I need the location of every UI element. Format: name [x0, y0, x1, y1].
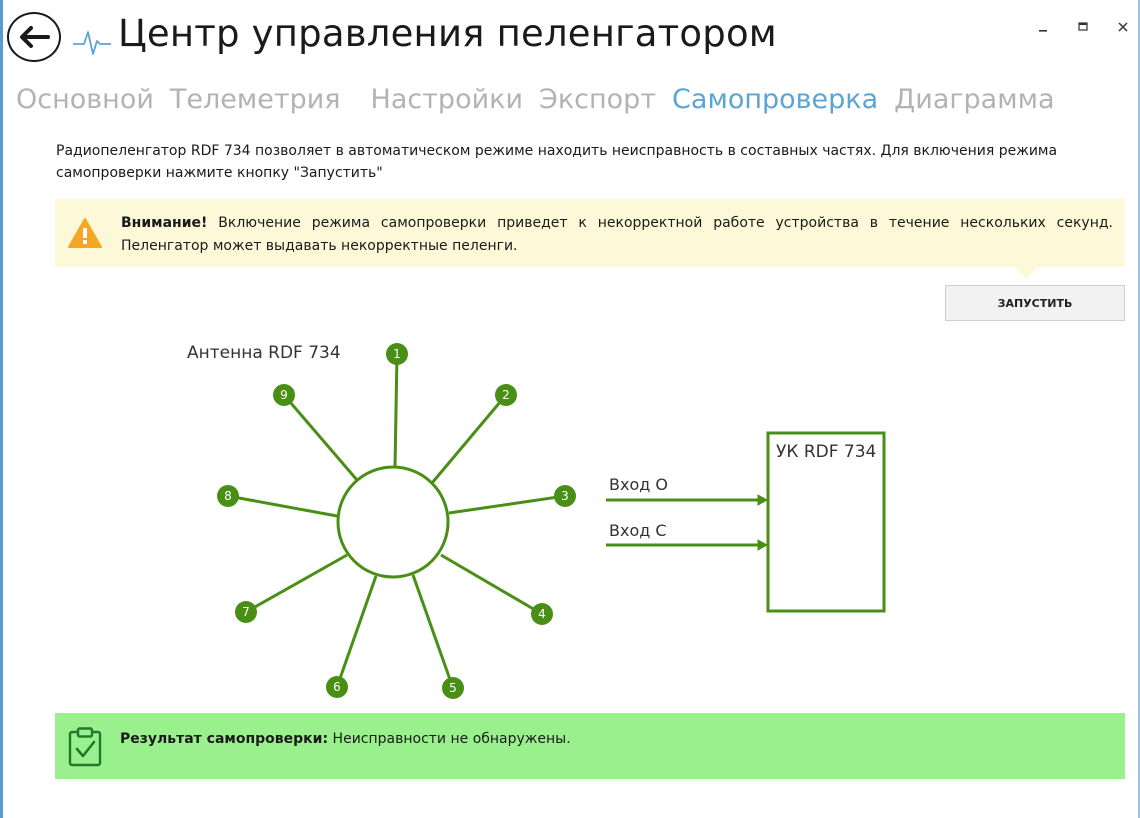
element-2-label: 2	[502, 388, 510, 402]
spoke-5	[411, 574, 455, 689]
minimize-button[interactable]	[1036, 20, 1050, 34]
warning-message: Включение режима самопроверки приведет к…	[121, 215, 1113, 254]
intro-text: Радиопеленгатор RDF 734 позволяет в авто…	[56, 143, 1058, 181]
element-4-label: 4	[538, 607, 546, 621]
result-title: Результат самопроверки:	[120, 731, 329, 747]
tab-settings[interactable]: Настройки	[371, 84, 523, 115]
maximize-icon	[1078, 22, 1088, 31]
element-7-label: 7	[242, 605, 250, 619]
spoke-4	[440, 553, 543, 616]
tab-main[interactable]: Основной	[16, 84, 154, 115]
start-button[interactable]: ЗАПУСТИТЬ	[945, 285, 1125, 321]
antenna-diagram: 1 2 3 4 5 6 7 8 9 Антенна RDF 734 Вход О…	[187, 343, 886, 699]
close-button[interactable]	[1116, 20, 1130, 34]
back-button[interactable]	[7, 12, 61, 62]
element-8-label: 8	[224, 489, 232, 503]
arrow-left-icon	[20, 26, 50, 48]
result-text: Результат самопроверки: Неисправности не…	[120, 728, 571, 750]
element-3-label: 3	[561, 489, 569, 503]
warning-title: Внимание!	[121, 215, 208, 231]
result-panel: Результат самопроверки: Неисправности не…	[55, 713, 1125, 779]
tab-telemetry[interactable]: Телеметрия	[170, 84, 341, 115]
element-6-label: 6	[333, 680, 341, 694]
spoke-9	[282, 394, 359, 481]
spoke-8	[227, 494, 338, 518]
input-o-arrowhead	[757, 494, 769, 506]
warning-panel: Внимание! Включение режима самопроверки …	[55, 199, 1125, 279]
tab-bar: Основной Телеметрия Настройки Экспорт Са…	[16, 84, 1071, 115]
warning-triangle-icon	[68, 218, 102, 248]
input-c-label: Вход С	[609, 521, 667, 540]
spoke-2	[430, 394, 508, 484]
unit-label: УК RDF 734	[776, 442, 876, 462]
spoke-3	[448, 494, 566, 515]
maximize-button[interactable]	[1076, 20, 1090, 34]
warning-text: Внимание! Включение режима самопроверки …	[121, 212, 1113, 258]
antenna-hub	[336, 465, 450, 579]
warning-pointer	[1015, 267, 1037, 279]
input-c-arrowhead	[757, 539, 769, 551]
app-title: Центр управления пеленгатором	[118, 12, 777, 55]
spoke-1	[393, 353, 399, 468]
element-9-label: 9	[280, 388, 288, 402]
close-icon	[1118, 22, 1128, 32]
element-5-label: 5	[449, 681, 457, 695]
input-o-label: Вход О	[609, 475, 668, 494]
tab-selftest[interactable]: Самопроверка	[672, 84, 878, 115]
window-controls	[1036, 20, 1130, 34]
spoke-6	[335, 575, 378, 688]
pulse-icon	[73, 31, 111, 55]
clipboard-check-icon	[68, 727, 102, 767]
antenna-label: Антенна RDF 734	[187, 343, 341, 363]
element-1-label: 1	[393, 347, 401, 361]
spoke-7	[245, 553, 348, 614]
tab-diagram[interactable]: Диаграмма	[894, 84, 1054, 115]
tab-export[interactable]: Экспорт	[539, 84, 656, 115]
minimize-icon	[1039, 30, 1047, 32]
result-message: Неисправности не обнаружены.	[332, 731, 571, 747]
